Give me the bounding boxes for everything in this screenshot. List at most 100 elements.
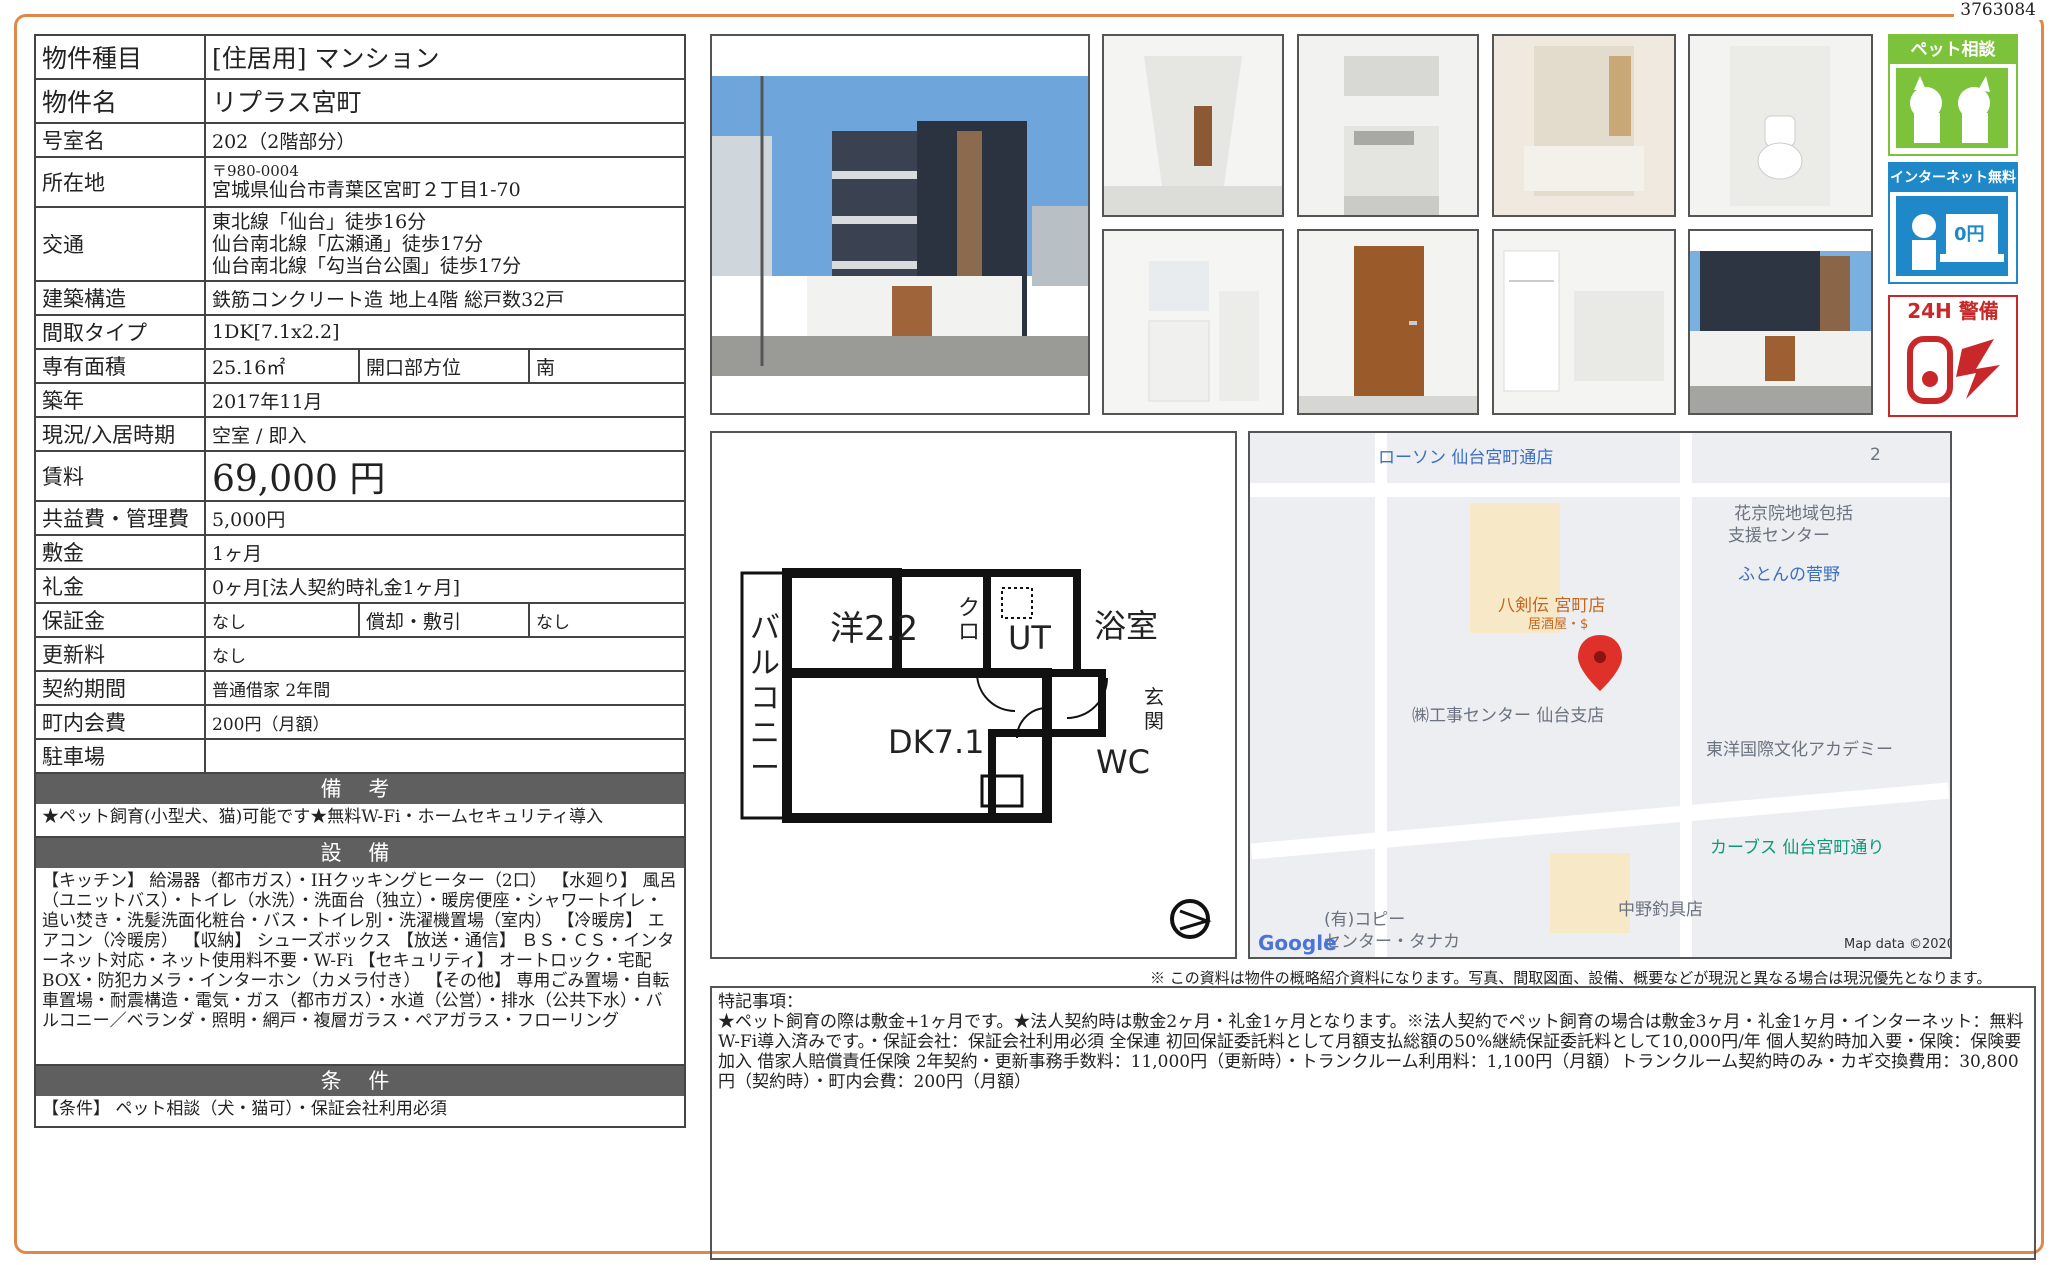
- room-photo-entrance-door: [1297, 229, 1479, 415]
- closet-label: クロ: [958, 596, 981, 645]
- map-label-copy-2: センター・タナカ: [1324, 932, 1460, 952]
- row-deposit: 敷金 1ヶ月: [36, 536, 684, 570]
- section-remarks-title: 備 考: [36, 774, 684, 804]
- map-copyright: Map data ©2020: [1844, 937, 1952, 952]
- label-amortization: 償却・敷引: [358, 604, 528, 636]
- row-renewal: 更新料 なし: [36, 638, 684, 672]
- value-transit: 東北線「仙台」徒歩16分 仙台南北線「広瀬通」徒歩17分 仙台南北線「勾当台公園…: [206, 208, 684, 280]
- row-room: 号室名 202（2階部分）: [36, 124, 684, 158]
- room-photo-closet: [1492, 229, 1676, 415]
- western-room-label: 洋2.2: [830, 609, 919, 649]
- map-label-construction: ㈱工事センター 仙台支店: [1412, 706, 1605, 726]
- label-town-fee: 町内会費: [36, 706, 206, 738]
- value-guarantee: なし: [212, 612, 246, 633]
- value-fee: 5,000円: [212, 508, 286, 531]
- value-status: 空室 / 即入: [212, 424, 307, 447]
- label-direction: 開口部方位: [358, 350, 528, 382]
- row-name: 物件名 リプラス宮町: [36, 80, 684, 124]
- room-photo-toilet: [1688, 34, 1873, 217]
- value-deposit: 1ヶ月: [212, 542, 263, 565]
- pet-badge-label: ペット相談: [1890, 36, 2016, 64]
- label-fee: 共益費・管理費: [36, 502, 206, 534]
- map-label-lawson: ローソン 仙台宮町通店: [1378, 448, 1554, 468]
- section-remarks: 備 考 ★ペット飼育(小型犬、猫)可能です★無料W-Fi・ホームセキュリティ導入: [36, 774, 684, 838]
- transit-line: 仙台南北線「広瀬通」徒歩17分: [212, 233, 484, 255]
- label-contract: 契約期間: [36, 672, 206, 704]
- value-amortization: なし: [528, 604, 684, 636]
- postal-code: 〒980-0004: [212, 162, 299, 180]
- label-keymoney: 礼金: [36, 570, 206, 602]
- label-renewal: 更新料: [36, 638, 206, 670]
- row-fee: 共益費・管理費 5,000円: [36, 502, 684, 536]
- floor-plan: バルコニー 洋2.2 クロ UT 浴室 玄関 DK7.1 WC: [710, 431, 1237, 959]
- value-rent: 69,000 円: [212, 459, 386, 500]
- row-town-fee: 町内会費 200円（月額）: [36, 706, 684, 740]
- laptop-icon: [1896, 196, 2008, 276]
- security-24h-badge: 24H 警備: [1888, 295, 2018, 417]
- value-built: 2017年11月: [212, 390, 323, 413]
- room-photo-bathroom: [1492, 34, 1676, 217]
- room-photo-hallway: [1102, 34, 1284, 217]
- address-text: 宮城県仙台市青葉区宮町２丁目1-70: [212, 179, 521, 201]
- label-address: 所在地: [36, 158, 206, 206]
- value-contract: 普通借家 2年間: [212, 680, 331, 701]
- map-label-restaurant-type: 居酒屋・$: [1528, 617, 1589, 632]
- location-map[interactable]: ローソン 仙台宮町通店 花京院地域包括 支援センター ふとんの菅野 八剣伝 宮町…: [1248, 431, 1952, 959]
- special-remarks-box: 特記事項： ★ペット飼育の際は敷金+1ヶ月です。★法人契約時は敷金2ヶ月・礼金1…: [710, 986, 2036, 1260]
- row-contract: 契約期間 普通借家 2年間: [36, 672, 684, 706]
- internet-price: 0円: [1954, 224, 1985, 245]
- transit-line: 東北線「仙台」徒歩16分: [212, 211, 427, 233]
- disclaimer-note: ※ この資料は物件の概略紹介資料になります。写真、間取図面、設備、概要などが現況…: [1150, 969, 1992, 987]
- building-entrance-photo: [1688, 229, 1873, 415]
- value-direction: 南: [528, 350, 684, 382]
- label-structure: 建築構造: [36, 282, 206, 314]
- section-equipment: 設 備 【キッチン】 給湯器（都市ガス）・IHクッキングヒーター（2口） 【水廻…: [36, 838, 684, 1066]
- entrance-label: 玄関: [1144, 685, 1164, 733]
- value-name: リプラス宮町: [212, 88, 362, 117]
- internet-badge-label: インターネット無料: [1890, 164, 2016, 192]
- row-area: 専有面積 25.16㎡ 開口部方位 南: [36, 350, 684, 384]
- map-label-facility-2: 支援センター: [1728, 526, 1830, 546]
- row-parking: 駐車場: [36, 740, 684, 774]
- label-room: 号室名: [36, 124, 206, 156]
- value-type: [住居用] マンション: [212, 44, 440, 73]
- section-conditions-title: 条 件: [36, 1066, 684, 1096]
- section-remarks-text: ★ペット飼育(小型犬、猫)可能です★無料W-Fi・ホームセキュリティ導入: [42, 807, 603, 827]
- map-label-futon: ふとんの菅野: [1738, 565, 1840, 585]
- map-label-curves: カーブス 仙台宮町通り: [1710, 838, 1885, 858]
- utility-label: UT: [1008, 619, 1051, 657]
- map-label-block: 2: [1870, 445, 1881, 465]
- row-structure: 建築構造 鉄筋コンクリート造 地上4階 総戸数32戸: [36, 282, 684, 316]
- wc-label: WC: [1096, 743, 1150, 781]
- special-remarks-title: 特記事項：: [718, 992, 803, 1012]
- label-parking: 駐車場: [36, 740, 206, 772]
- row-address: 所在地 〒980-0004 宮城県仙台市青葉区宮町２丁目1-70: [36, 158, 684, 208]
- label-deposit: 敷金: [36, 536, 206, 568]
- row-keymoney: 礼金 0ヶ月[法人契約時礼金1ヶ月]: [36, 570, 684, 604]
- value-area: 25.16㎡: [212, 356, 286, 379]
- balcony-label: バルコニー: [750, 611, 780, 786]
- pet-icon: [1896, 68, 2008, 148]
- label-name: 物件名: [36, 80, 206, 122]
- pet-consult-badge: ペット相談: [1888, 34, 2018, 156]
- document-id: 3763084: [1954, 0, 2042, 20]
- label-area: 専有面積: [36, 350, 206, 382]
- room-photo-kitchen: [1297, 34, 1479, 217]
- section-equipment-text: 【キッチン】 給湯器（都市ガス）・IHクッキングヒーター（2口） 【水廻り】 風…: [42, 871, 677, 1031]
- google-logo: Google: [1258, 931, 1337, 955]
- row-layout: 間取タイプ 1DK[7.1x2.2]: [36, 316, 684, 350]
- map-label-fishing: 中野釣具店: [1618, 900, 1703, 920]
- value-renewal: なし: [212, 646, 246, 667]
- row-status: 現況/入居時期 空室 / 即入: [36, 418, 684, 452]
- label-built: 築年: [36, 384, 206, 416]
- row-rent: 賃料 69,000 円: [36, 452, 684, 502]
- label-layout: 間取タイプ: [36, 316, 206, 348]
- property-table: 物件種目 [住居用] マンション 物件名 リプラス宮町 号室名 202（2階部分…: [34, 34, 686, 1128]
- alarm-icon: [1907, 336, 2000, 404]
- special-remarks-text: ★ペット飼育の際は敷金+1ヶ月です。★法人契約時は敷金2ヶ月・礼金1ヶ月となりま…: [718, 1012, 2024, 1092]
- label-type: 物件種目: [36, 36, 206, 78]
- value-structure: 鉄筋コンクリート造 地上4階 総戸数32戸: [212, 288, 565, 311]
- row-guarantee: 保証金 なし 償却・敷引 なし: [36, 604, 684, 638]
- value-room: 202（2階部分）: [212, 130, 356, 153]
- security-badge-label: 24H 警備: [1890, 297, 2016, 325]
